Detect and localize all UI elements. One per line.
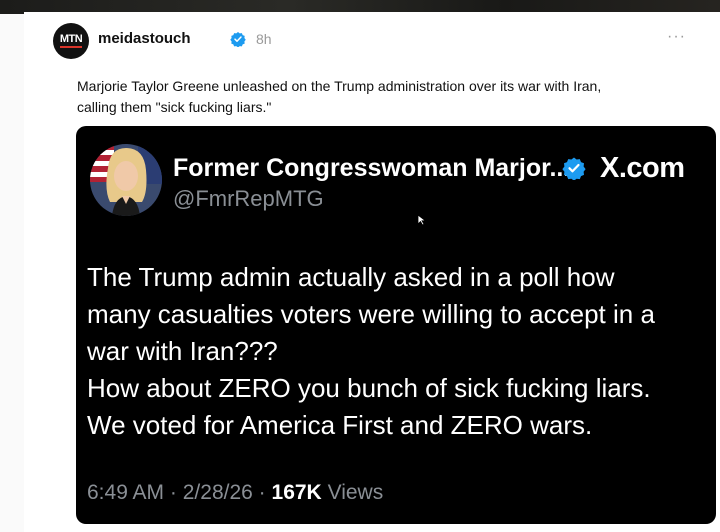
account-avatar[interactable]: MTN bbox=[53, 23, 89, 59]
post-timestamp: 8h bbox=[256, 31, 272, 47]
account-logo-text: MTN bbox=[59, 34, 83, 48]
more-options-icon[interactable]: ··· bbox=[667, 28, 686, 46]
tweet-line: war with Iran??? bbox=[87, 336, 278, 366]
views-label: Views bbox=[327, 481, 384, 504]
tweet-line: many casualties voters were willing to a… bbox=[87, 299, 655, 329]
tweet-time: 6:49 AM bbox=[87, 481, 165, 504]
tweet-display-name: Former Congresswoman Marjor... bbox=[173, 154, 571, 182]
tweet-line: The Trump admin actually asked in a poll… bbox=[87, 262, 615, 292]
tweet-line: We voted for America First and ZERO wars… bbox=[87, 410, 593, 440]
page-margin bbox=[0, 14, 24, 532]
caption-line: Marjorie Taylor Greene unleashed on the … bbox=[77, 78, 602, 94]
source-label: X.com bbox=[600, 152, 685, 184]
profile-photo bbox=[90, 144, 162, 216]
verified-badge-icon bbox=[562, 157, 586, 180]
tweet-line: How about ZERO you bunch of sick fucking… bbox=[87, 373, 651, 403]
tweet-meta: 6:49 AM · 2/28/26 · 167K Views bbox=[87, 481, 383, 505]
post-caption: Marjorie Taylor Greene unleashed on the … bbox=[77, 76, 709, 118]
tweet-text: The Trump admin actually asked in a poll… bbox=[87, 259, 707, 444]
meta-separator: · bbox=[258, 481, 266, 504]
caption-line: calling them "sick fucking liars." bbox=[77, 99, 272, 115]
verified-badge-icon bbox=[230, 32, 246, 47]
embedded-tweet-screenshot: Former Congresswoman Marjor... X.com @Fm… bbox=[76, 126, 716, 524]
views-count: 167K bbox=[271, 481, 322, 504]
post-username[interactable]: meidastouch bbox=[98, 30, 191, 47]
tweet-handle: @FmrRepMTG bbox=[173, 186, 324, 211]
cursor-icon bbox=[417, 214, 427, 226]
tweet-date: 2/28/26 bbox=[182, 481, 253, 504]
meta-separator: · bbox=[169, 481, 177, 504]
